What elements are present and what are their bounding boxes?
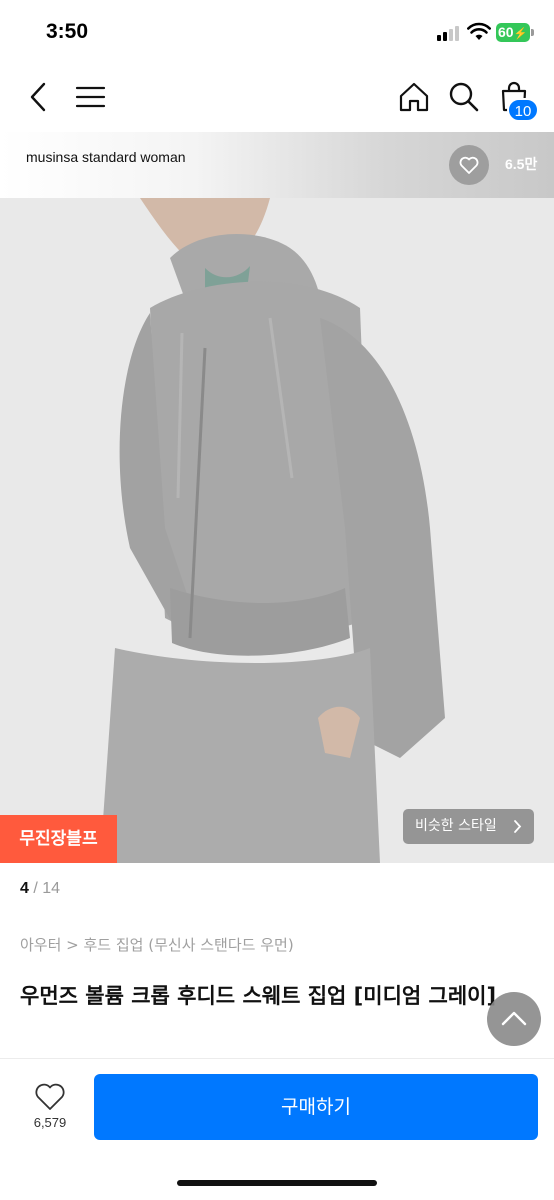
pager-total: 14: [42, 880, 61, 897]
brand-like-count: 6.5만: [505, 156, 538, 172]
cart-count-badge: 10: [507, 98, 539, 122]
heart-icon: [459, 156, 479, 174]
similar-style-button[interactable]: 비슷한 스타일: [403, 809, 534, 844]
back-icon: [30, 82, 46, 112]
product-photo: [0, 198, 554, 863]
like-button[interactable]: 6,579: [22, 1079, 78, 1143]
scroll-to-top-button[interactable]: [487, 992, 541, 1046]
pager-current: 4: [20, 880, 29, 897]
search-button[interactable]: [447, 80, 481, 114]
home-icon: [399, 82, 429, 112]
status-bar: 3:50 60⚡: [0, 0, 554, 66]
back-button[interactable]: [22, 80, 56, 114]
like-count: 6,579: [33, 1115, 67, 1130]
buy-button[interactable]: 구매하기: [94, 1074, 538, 1140]
signal-icon: [437, 26, 463, 41]
category-breadcrumb[interactable]: 아우터 > 후드 집업 (무신사 스탠다드 우먼): [20, 934, 294, 955]
home-button[interactable]: [397, 80, 431, 114]
similar-style-label: 비슷한 스타일: [415, 818, 497, 834]
image-pager: 4 / 14: [20, 880, 60, 898]
menu-icon: [75, 86, 106, 108]
chevron-right-icon: [512, 809, 522, 858]
menu-button[interactable]: [74, 80, 108, 114]
status-time: 3:50: [46, 20, 89, 43]
search-icon: [449, 82, 479, 112]
brand-like-button[interactable]: [449, 145, 489, 185]
battery-level: 60: [498, 24, 514, 40]
pager-separator: /: [33, 880, 38, 897]
nav-bar: [0, 66, 554, 132]
product-image[interactable]: [0, 198, 554, 863]
battery-cap: [531, 29, 534, 36]
brand-name[interactable]: musinsa standard woman: [26, 150, 186, 165]
home-indicator: [177, 1180, 377, 1186]
promo-tag: 무진장블프: [0, 815, 117, 863]
bottom-bar: 6,579 구매하기: [0, 1058, 554, 1200]
brand-bar[interactable]: musinsa standard woman 6.5만: [0, 132, 554, 198]
heart-icon: [35, 1083, 65, 1110]
battery-icon: 60⚡: [496, 23, 530, 42]
wifi-icon: [467, 22, 491, 40]
chevron-up-icon: [501, 1011, 527, 1026]
product-title: 우먼즈 볼륨 크롭 후디드 스웨트 집업 [미디엄 그레이]: [20, 984, 497, 1008]
